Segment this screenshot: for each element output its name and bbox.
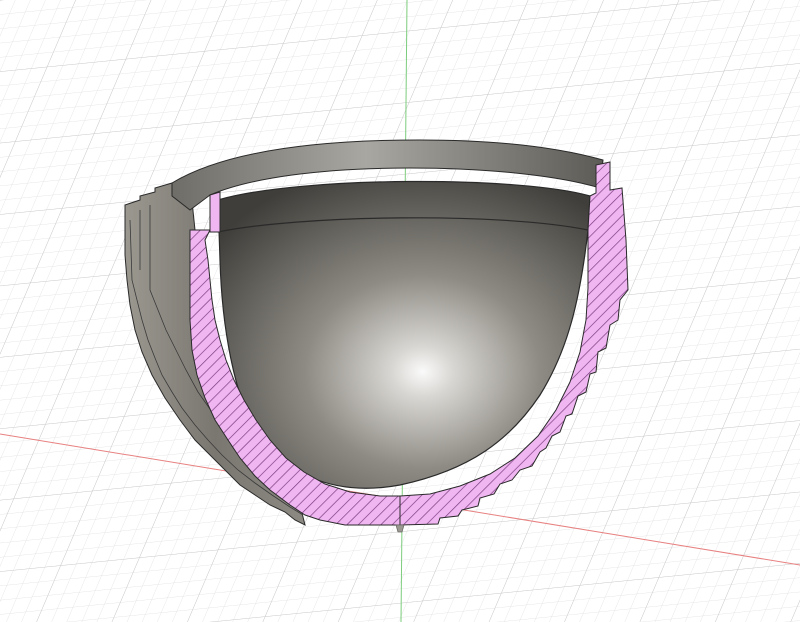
3d-viewport[interactable]	[0, 0, 800, 622]
canvas-svg[interactable]	[0, 0, 800, 622]
rim-lip-left	[209, 191, 221, 233]
